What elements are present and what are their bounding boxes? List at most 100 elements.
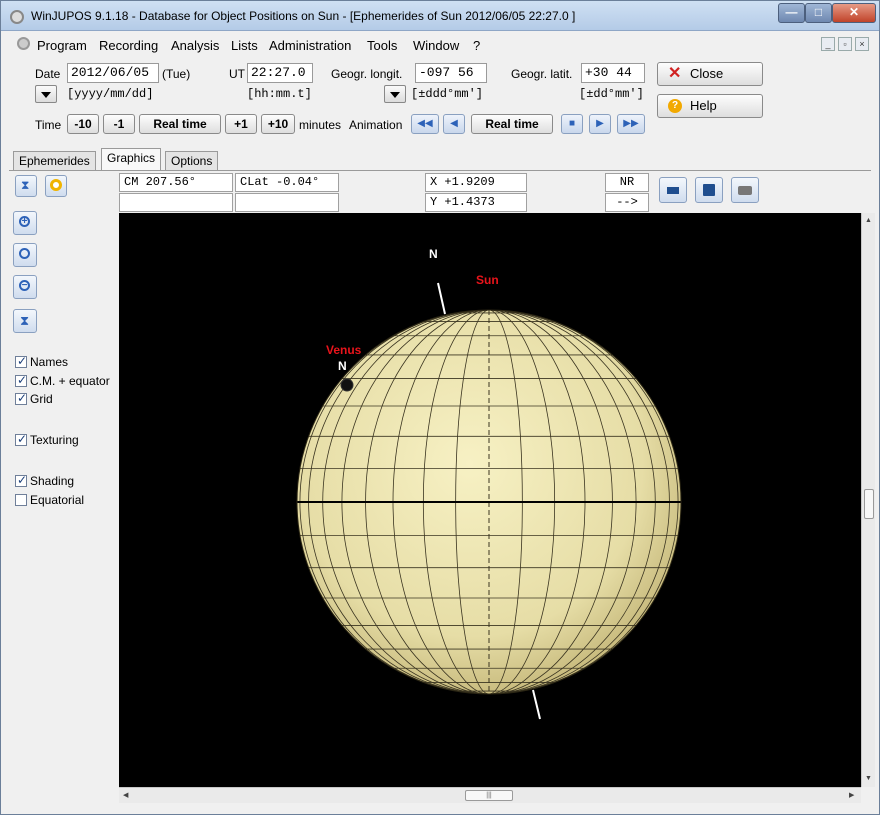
tab-options[interactable]: Options <box>165 151 219 171</box>
minutes-label: minutes <box>299 118 342 132</box>
close-window-button[interactable]: ✕ <box>832 3 876 23</box>
tab-graphics[interactable]: Graphics <box>101 148 162 171</box>
venus-north-label: N <box>338 359 347 373</box>
graphic-canvas[interactable]: N Sun Venus N <box>119 213 861 787</box>
longitude-format-hint: [±ddd°mm'] <box>411 87 484 101</box>
stop-icon: ■ <box>568 118 576 129</box>
anim-stop-button[interactable]: ■ <box>561 114 583 134</box>
south-pole-axis-bottom <box>532 689 541 720</box>
time-label: Time <box>35 118 62 132</box>
animation-realtime-button[interactable]: Real time <box>471 114 553 134</box>
scroll-up-icon[interactable]: ▲ <box>865 217 872 224</box>
shading-option[interactable]: Shading <box>15 473 75 488</box>
cm-readout-2 <box>119 193 233 212</box>
longitude-label: Geogr. longit. <box>331 67 403 81</box>
vertical-scroll-thumb[interactable] <box>864 489 874 519</box>
tab-ephemerides[interactable]: Ephemerides <box>13 151 96 171</box>
center-target-button[interactable] <box>45 175 67 197</box>
fit-height-icon: ⧗ <box>20 313 30 328</box>
realtime-button[interactable]: Real time <box>139 114 221 134</box>
grid-checkbox[interactable] <box>15 391 27 405</box>
fit-view-button[interactable]: ⧗ <box>15 175 37 197</box>
names-option[interactable]: Names <box>15 354 68 369</box>
help-button[interactable]: ? Help <box>657 94 763 118</box>
clat-readout: CLat -0.04° <box>235 173 339 192</box>
mdi-minimize-button[interactable]: _ <box>821 37 835 51</box>
arrow-button[interactable]: --> <box>605 193 649 212</box>
date-dropdown-button[interactable] <box>35 85 57 103</box>
texturing-checkbox[interactable] <box>15 432 27 446</box>
app-icon[interactable] <box>10 10 24 24</box>
latitude-input[interactable]: +30 44 <box>581 63 645 83</box>
save-icon <box>703 184 715 196</box>
scroll-right-icon[interactable]: ▶ <box>849 791 854 799</box>
names-checkbox[interactable] <box>15 354 27 368</box>
menu-lists[interactable]: Lists <box>231 38 258 53</box>
anim-step-back-button[interactable]: ◀ <box>443 114 465 134</box>
mdi-restore-button[interactable]: ▫ <box>838 37 852 51</box>
magnifier-icon <box>19 248 30 259</box>
maximize-button[interactable]: □ <box>805 3 832 23</box>
menu-recording[interactable]: Recording <box>99 38 158 53</box>
longitude-input[interactable]: -097 56 <box>415 63 487 83</box>
scroll-left-icon[interactable]: ◀ <box>123 791 128 799</box>
animation-label: Animation <box>349 118 403 132</box>
image-icon <box>667 187 679 194</box>
y-readout: Y +1.4373 <box>425 193 527 212</box>
vertical-scrollbar[interactable]: ▲ ▼ <box>861 213 875 787</box>
day-of-week: (Tue) <box>162 67 191 81</box>
cm-readout: CM 207.56° <box>119 173 233 192</box>
minus-10-button[interactable]: -10 <box>67 114 99 134</box>
grid-option[interactable]: Grid <box>15 391 53 406</box>
texturing-option[interactable]: Texturing <box>15 432 79 447</box>
shading-checkbox[interactable] <box>15 473 27 487</box>
cm-equator-option[interactable]: C.M. + equator <box>15 374 119 388</box>
plus-1-button[interactable]: +1 <box>225 114 257 134</box>
clat-readout-2 <box>235 193 339 212</box>
longitude-dropdown-button[interactable] <box>384 85 406 103</box>
zoom-in-icon: + <box>19 216 30 227</box>
texturing-label: Texturing <box>30 433 79 447</box>
tab-divider <box>9 170 871 171</box>
close-button[interactable]: ✕ Close <box>657 62 763 86</box>
equatorial-checkbox[interactable] <box>15 494 27 506</box>
print-button[interactable] <box>731 177 759 203</box>
menu-program[interactable]: Program <box>37 38 87 53</box>
minus-1-button[interactable]: -1 <box>103 114 135 134</box>
zoom-in-button[interactable]: + <box>13 211 37 235</box>
anim-step-forward-button[interactable]: ▶ <box>589 114 611 134</box>
ut-input[interactable]: 22:27.0 <box>247 63 313 83</box>
sun-graphic: N Sun Venus N <box>296 247 682 720</box>
venus-label: Venus <box>326 343 362 357</box>
anim-fast-back-button[interactable]: ◀◀ <box>411 114 439 134</box>
plus-10-button[interactable]: +10 <box>261 114 295 134</box>
app-window: WinJUPOS 9.1.18 - Database for Object Po… <box>0 0 880 815</box>
close-button-label: Close <box>690 66 724 81</box>
zoom-reset-button[interactable] <box>13 243 37 267</box>
minimize-button[interactable]: — <box>778 3 805 23</box>
menu-help[interactable]: ? <box>473 38 480 53</box>
menu-analysis[interactable]: Analysis <box>171 38 219 53</box>
equatorial-option[interactable]: Equatorial <box>15 493 84 507</box>
save-button[interactable] <box>695 177 723 203</box>
scroll-down-icon[interactable]: ▼ <box>865 775 872 782</box>
date-input[interactable]: 2012/06/05 <box>67 63 159 83</box>
horizontal-scroll-thumb[interactable]: ||| <box>465 790 513 801</box>
shading-label: Shading <box>30 474 75 488</box>
document-icon[interactable] <box>17 37 30 50</box>
menu-administration[interactable]: Administration <box>269 38 351 53</box>
menu-tools[interactable]: Tools <box>367 38 397 53</box>
zoom-out-button[interactable]: − <box>13 275 37 299</box>
fit-height-button[interactable]: ⧗ <box>13 309 37 333</box>
horizontal-scrollbar[interactable]: ◀ ||| ▶ <box>119 787 861 803</box>
image-view-button[interactable] <box>659 177 687 203</box>
step-back-icon: ◀ <box>450 118 458 129</box>
window-title: WinJUPOS 9.1.18 - Database for Object Po… <box>31 9 576 23</box>
title-bar[interactable]: WinJUPOS 9.1.18 - Database for Object Po… <box>1 1 879 31</box>
cm-equator-checkbox[interactable] <box>15 374 27 387</box>
close-x-icon: ✕ <box>668 65 682 82</box>
mdi-close-button[interactable]: × <box>855 37 869 51</box>
menu-window[interactable]: Window <box>413 38 459 53</box>
anim-fast-forward-button[interactable]: ▶▶ <box>617 114 645 134</box>
target-icon <box>50 179 62 191</box>
